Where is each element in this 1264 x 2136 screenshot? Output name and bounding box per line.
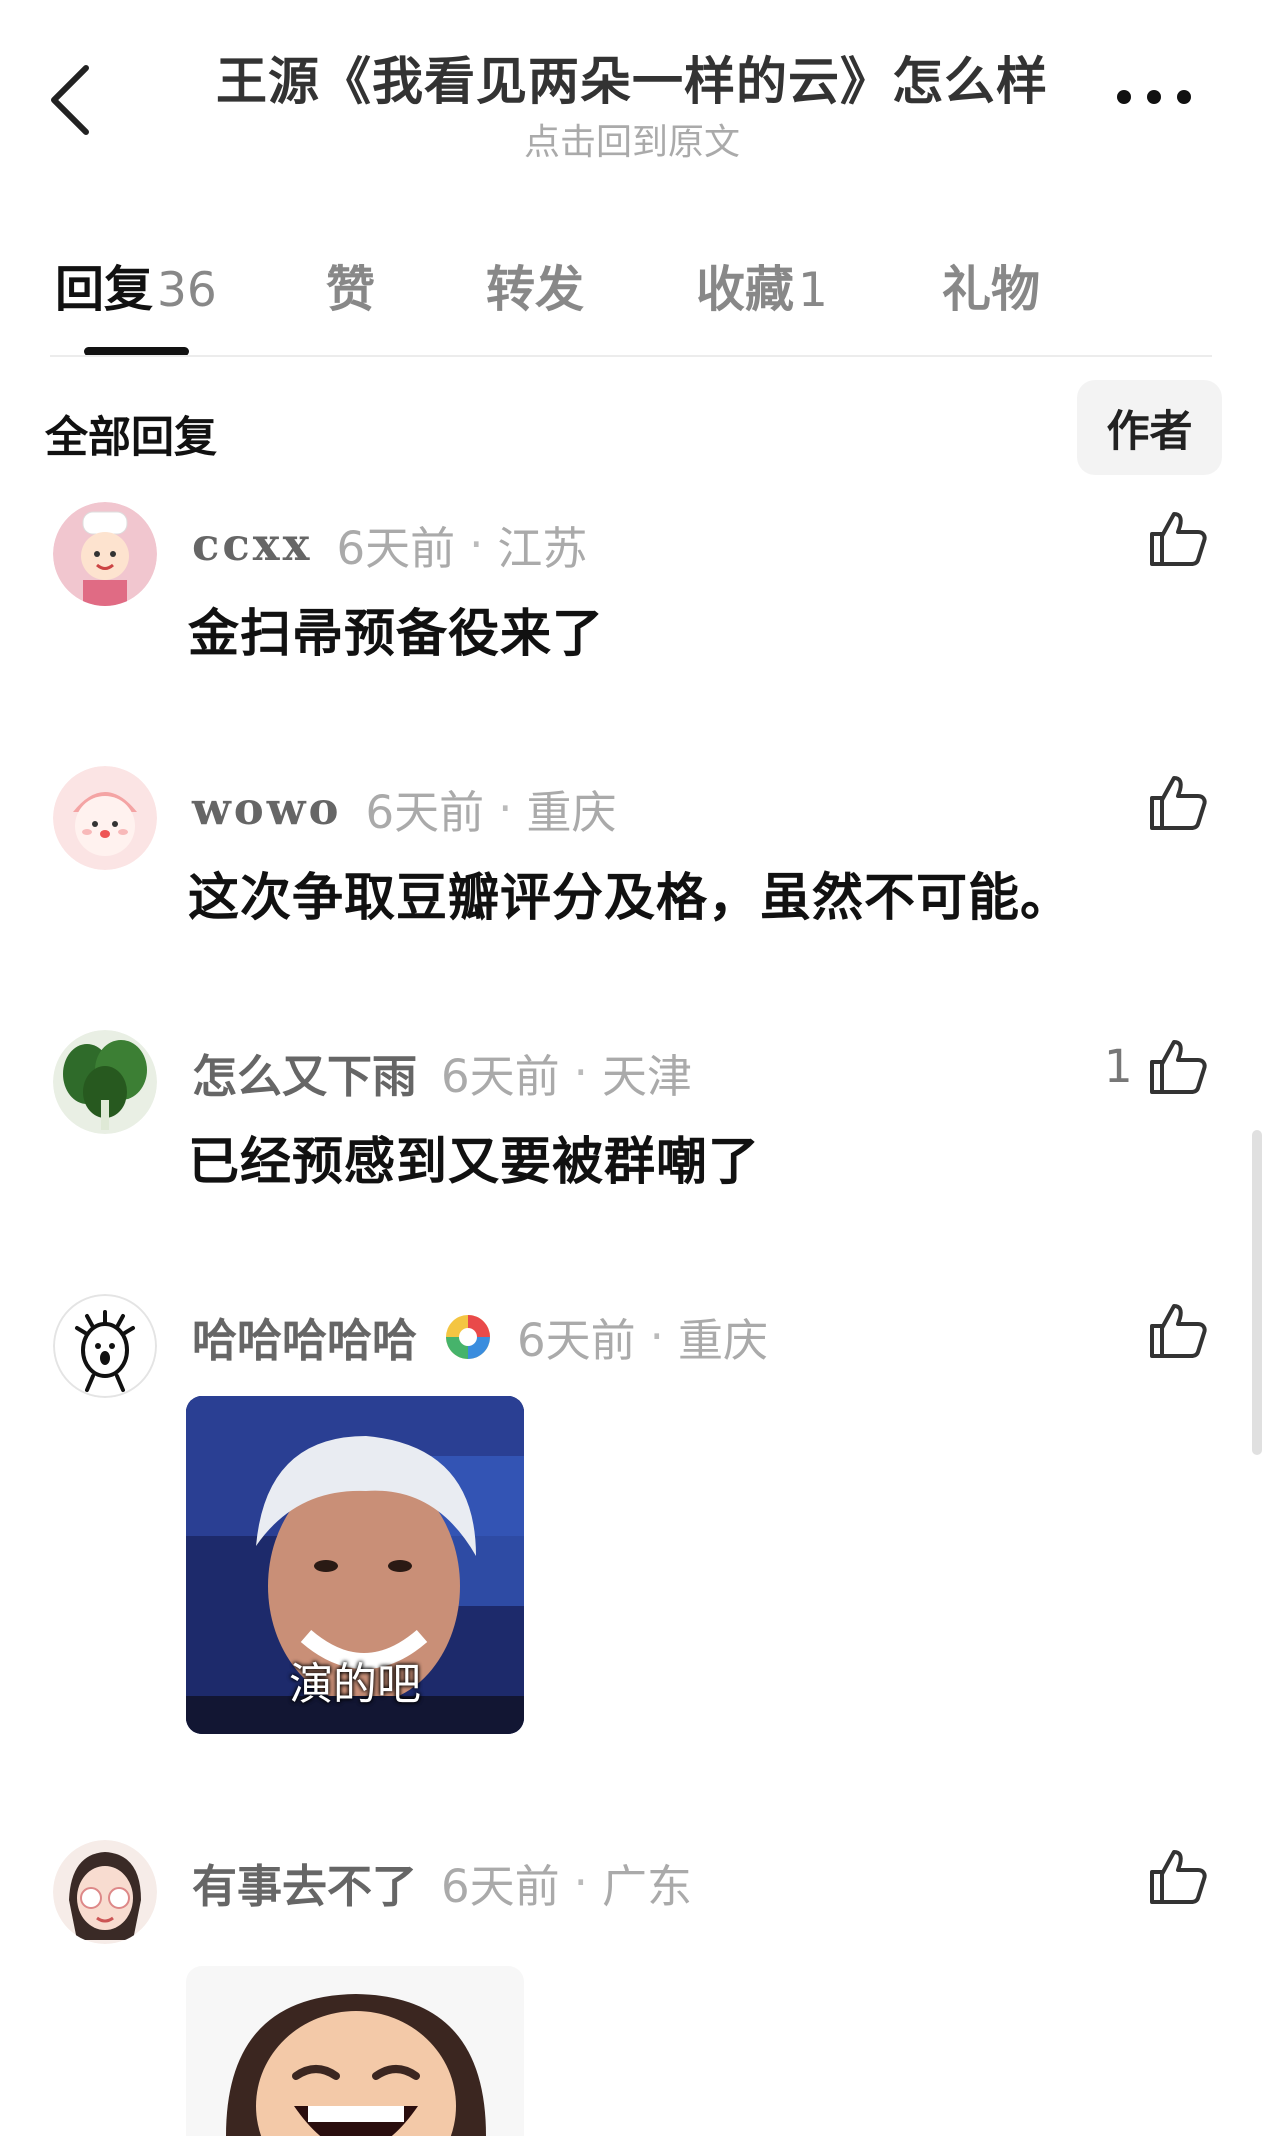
comment-meta: 有事去不了 6天前 · 广东: [192, 1850, 692, 1915]
tab-likes[interactable]: 赞: [326, 250, 375, 321]
sticker-image[interactable]: 演的吧: [186, 1396, 524, 1734]
tab-favorites[interactable]: 收藏1: [696, 250, 828, 321]
username[interactable]: 哈哈哈哈哈: [192, 1304, 417, 1369]
username[interactable]: ccxx: [192, 518, 312, 571]
comment-text: 这次争取豆瓣评分及格，虽然不可能。: [188, 869, 1073, 928]
avatar[interactable]: [53, 766, 157, 870]
comment-meta: wowo 6天前 · 重庆: [192, 776, 616, 841]
back-chevron-icon[interactable]: [44, 60, 104, 140]
page-title[interactable]: 王源《我看见两朵一样的云》怎么样: [140, 40, 1124, 114]
comment-meta: 哈哈哈哈哈 6天前 · 重庆: [192, 1304, 768, 1369]
all-replies-heading: 全部回复: [45, 413, 217, 463]
comment-meta: 怎么又下雨 6天前 · 天津: [192, 1040, 692, 1105]
tab-favorites-count: 1: [798, 263, 828, 318]
sticker-caption: 演的吧: [289, 1659, 421, 1710]
tab-gifts[interactable]: 礼物: [942, 250, 1040, 321]
scrollbar[interactable]: [1252, 1130, 1262, 1455]
username[interactable]: 有事去不了: [192, 1850, 417, 1915]
thumbs-up-icon[interactable]: [1146, 506, 1210, 570]
comment-location: 重庆: [677, 1314, 768, 1367]
comment-time: 6天前: [517, 1314, 636, 1367]
thumbs-up-icon[interactable]: [1146, 1298, 1210, 1362]
like-count: 1: [1104, 1040, 1133, 1093]
thumbs-up-icon[interactable]: [1146, 770, 1210, 834]
back-to-original-link[interactable]: 点击回到原文: [140, 113, 1124, 165]
avatar[interactable]: [53, 1840, 157, 1944]
separator-dot: ·: [649, 1310, 664, 1363]
avatar[interactable]: [53, 502, 157, 606]
author-filter-button[interactable]: 作者: [1077, 380, 1222, 475]
tab-replies-count: 36: [157, 263, 217, 318]
username[interactable]: 怎么又下雨: [192, 1040, 417, 1105]
tabs-divider: [50, 355, 1212, 357]
username[interactable]: wowo: [192, 782, 342, 835]
thumbs-up-icon[interactable]: [1146, 1034, 1210, 1098]
comment-time: 6天前: [365, 786, 485, 839]
comment-meta: ccxx 6天前 · 江苏: [192, 512, 587, 577]
tab-reposts[interactable]: 转发: [486, 250, 584, 321]
comment-location: 重庆: [526, 786, 617, 839]
more-options-icon[interactable]: [1110, 72, 1200, 122]
comment-text: 已经预感到又要被群嘲了: [188, 1133, 761, 1192]
sticker-photo: [186, 1966, 524, 2136]
comment-time: 6天前: [336, 522, 456, 575]
comment-time: 6天前: [441, 1050, 560, 1103]
separator-dot: ·: [498, 782, 513, 835]
comment-location: 江苏: [497, 522, 588, 575]
separator-dot: ·: [573, 1856, 588, 1909]
tab-replies[interactable]: 回复36: [55, 250, 217, 321]
user-badge-icon: [446, 1314, 491, 1359]
comment-location: 天津: [601, 1050, 692, 1103]
separator-dot: ·: [469, 518, 484, 571]
comment-location: 广东: [601, 1860, 692, 1913]
thumbs-up-icon[interactable]: [1146, 1844, 1210, 1908]
avatar[interactable]: [53, 1294, 157, 1398]
separator-dot: ·: [573, 1046, 588, 1099]
comment-text: 金扫帚预备役来了: [188, 605, 605, 664]
avatar[interactable]: [53, 1030, 157, 1134]
comment-time: 6天前: [441, 1860, 560, 1913]
sticker-image[interactable]: [186, 1966, 524, 2136]
